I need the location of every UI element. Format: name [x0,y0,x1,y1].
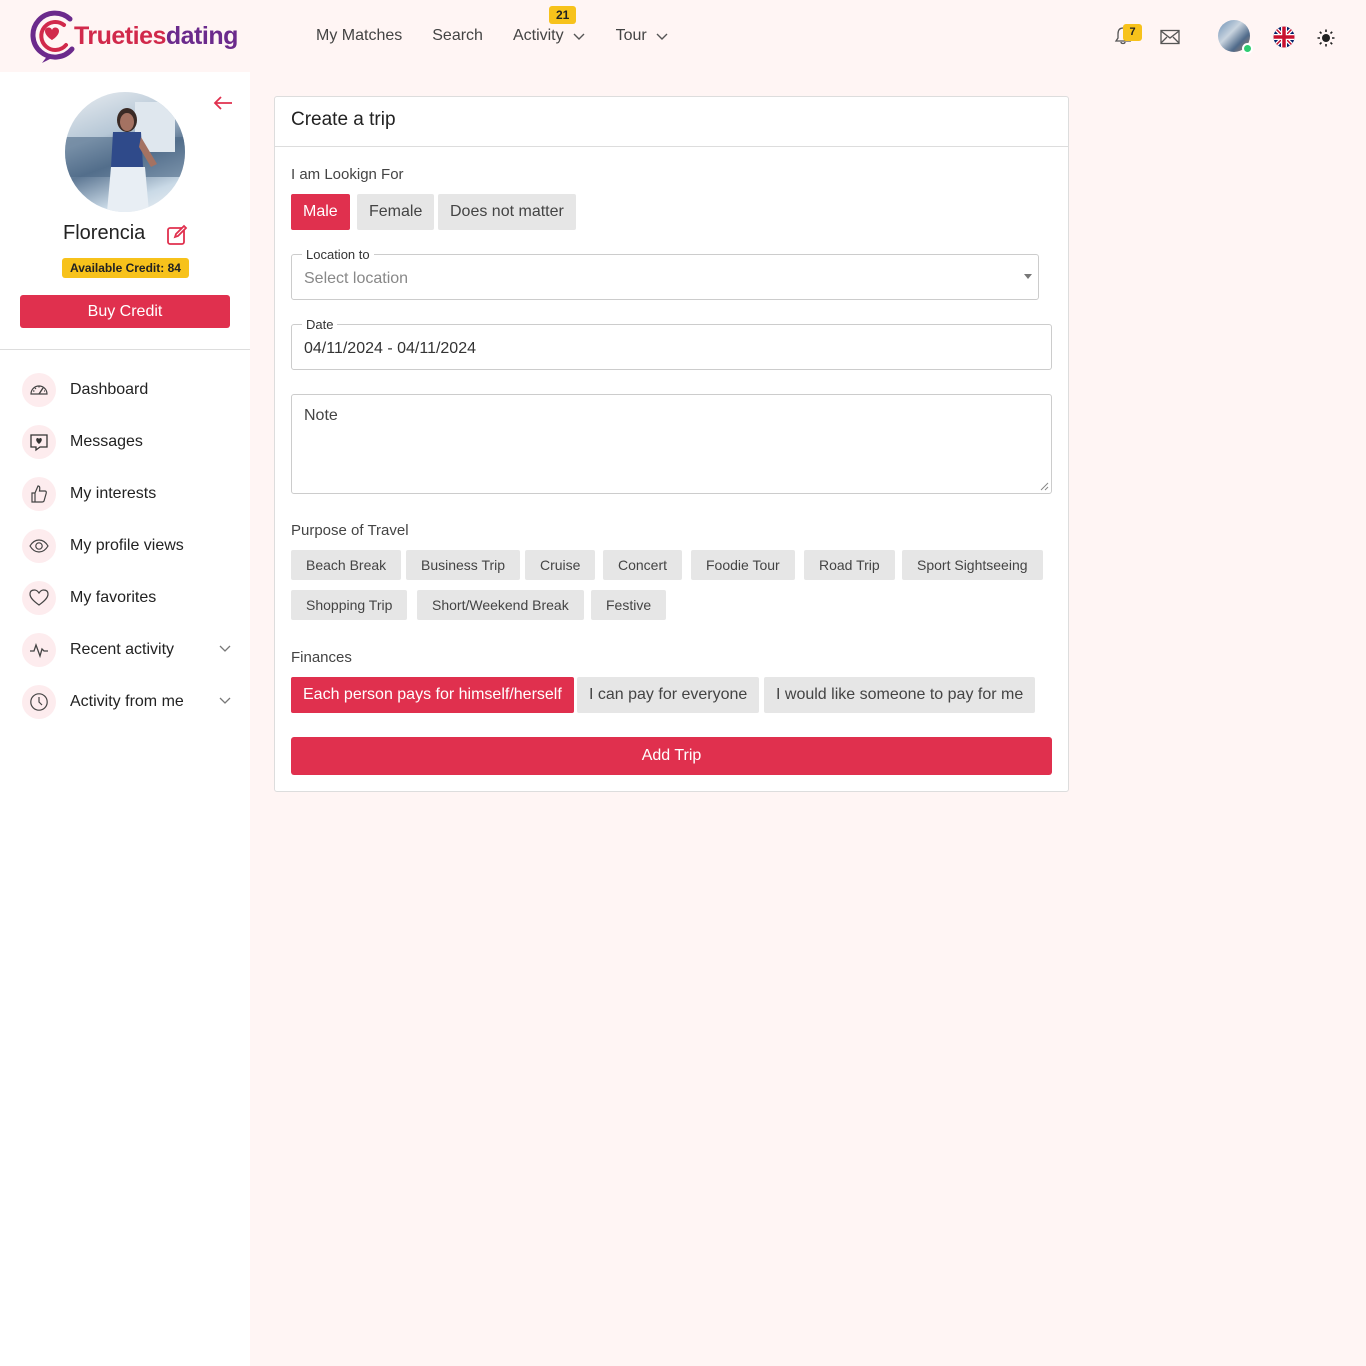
date-label: Date [302,317,338,332]
nav-label: Activity [512,27,564,44]
purpose-shopping-trip[interactable]: Shopping Trip [291,590,408,620]
note-textarea[interactable]: Note [291,394,1052,494]
create-trip-card: Create a trip I am Lookign For Male Fema… [274,96,1069,792]
mail-icon[interactable] [1160,29,1180,50]
nav-tour[interactable]: Tour [616,27,669,45]
nav-label: Search [432,27,483,44]
caret-down-icon [1024,274,1032,279]
sidebar-item-profile-views[interactable]: My profile views [22,520,234,572]
nav-label: Tour [615,27,647,44]
chevron-down-icon [219,645,231,652]
sidebar-item-label: Recent activity [70,641,175,658]
sidebar-item-label: My favorites [70,589,157,606]
main-nav: My Matches Search 21 Activity Tour [316,6,669,45]
logo-icon [30,10,75,63]
sidebar-item-label: Dashboard [70,381,149,398]
purpose-festive[interactable]: Festive [591,590,667,620]
looking-for-female-button[interactable]: Female [357,194,435,230]
chevron-down-icon [573,33,585,40]
note-placeholder: Note [304,407,338,424]
card-divider [275,146,1068,147]
sidebar: Florencia Available Credit: 84 Buy Credi… [0,72,250,1366]
purpose-beach-break[interactable]: Beach Break [291,550,402,580]
sidebar-item-activity-from-me[interactable]: Activity from me [22,676,234,728]
activity-badge: 21 [548,6,577,24]
purpose-road-trip[interactable]: Road Trip [804,550,895,580]
sidebar-item-messages[interactable]: Messages [22,416,234,468]
purpose-label: Purpose of Travel [291,522,409,539]
add-trip-button[interactable]: Add Trip [291,737,1052,775]
profile-photo[interactable] [65,92,185,212]
date-range-field[interactable]: Date 04/11/2024 - 04/11/2024 [291,317,1052,370]
credit-badge: Available Credit: 84 [62,258,189,278]
speedometer-icon [22,373,56,407]
purpose-business-trip[interactable]: Business Trip [406,550,521,580]
nav-activity[interactable]: 21 Activity [512,6,586,45]
sidebar-item-favorites[interactable]: My favorites [22,572,234,624]
bell-icon[interactable]: 7 [1113,24,1142,51]
sidebar-item-label: Activity from me [70,693,184,710]
thumbs-up-icon [22,477,56,511]
edit-profile-icon[interactable] [166,224,188,246]
sidebar-item-label: My interests [70,485,157,502]
top-header: Truetiesdating My Matches Search 21 Acti… [0,0,1366,72]
purpose-cruise[interactable]: Cruise [525,550,596,580]
notification-count-badge: 7 [1123,24,1142,41]
location-label: Location to [302,247,374,262]
logo-text: Truetiesdating [74,21,238,50]
heart-chat-icon [22,425,56,459]
looking-for-any-button[interactable]: Does not matter [438,194,576,230]
nav-my-matches[interactable]: My Matches [316,27,402,45]
nav-search[interactable]: Search [432,27,483,45]
sidebar-item-interests[interactable]: My interests [22,468,234,520]
pulse-icon [22,633,56,667]
sidebar-item-recent-activity[interactable]: Recent activity [22,624,234,676]
sun-icon[interactable] [1317,29,1335,52]
uk-flag-icon[interactable] [1273,26,1295,53]
online-status-dot [1242,43,1253,54]
sidebar-item-dashboard[interactable]: Dashboard [22,364,234,416]
card-title: Create a trip [291,109,396,130]
finances-each-pays-button[interactable]: Each person pays for himself/herself [291,677,574,713]
profile-name: Florencia [63,222,146,244]
finances-label: Finances [291,649,352,666]
purpose-concert[interactable]: Concert [603,550,683,580]
resize-handle-icon[interactable] [1040,482,1049,491]
chevron-down-icon [656,33,668,40]
avatar [1218,20,1253,54]
nav-label: My Matches [316,27,403,44]
user-avatar[interactable] [1218,20,1253,54]
looking-for-male-button[interactable]: Male [291,194,350,230]
heart-icon [22,581,56,615]
sidebar-divider [0,349,250,350]
purpose-sport-sightseeing[interactable]: Sport Sightseeing [902,550,1043,580]
buy-credit-button[interactable]: Buy Credit [20,295,230,328]
clock-icon [22,685,56,719]
collapse-sidebar-arrow-icon[interactable] [212,94,234,112]
purpose-short-weekend-break[interactable]: Short/Weekend Break [417,590,584,620]
purpose-foodie-tour[interactable]: Foodie Tour [691,550,795,580]
date-value: 04/11/2024 - 04/11/2024 [304,340,476,357]
chevron-down-icon [219,697,231,704]
sidebar-menu: Dashboard Messages My interests My profi… [22,364,234,728]
looking-for-label: I am Lookign For [291,166,404,183]
finances-pay-everyone-button[interactable]: I can pay for everyone [577,677,760,713]
sidebar-item-label: My profile views [70,537,184,554]
finances-someone-pays-button[interactable]: I would like someone to pay for me [764,677,1036,713]
site-logo[interactable]: Truetiesdating [30,6,240,66]
location-select[interactable]: Location to Select location [291,247,1039,300]
eye-icon [22,529,56,563]
location-placeholder: Select location [304,270,409,287]
sidebar-item-label: Messages [70,433,143,450]
